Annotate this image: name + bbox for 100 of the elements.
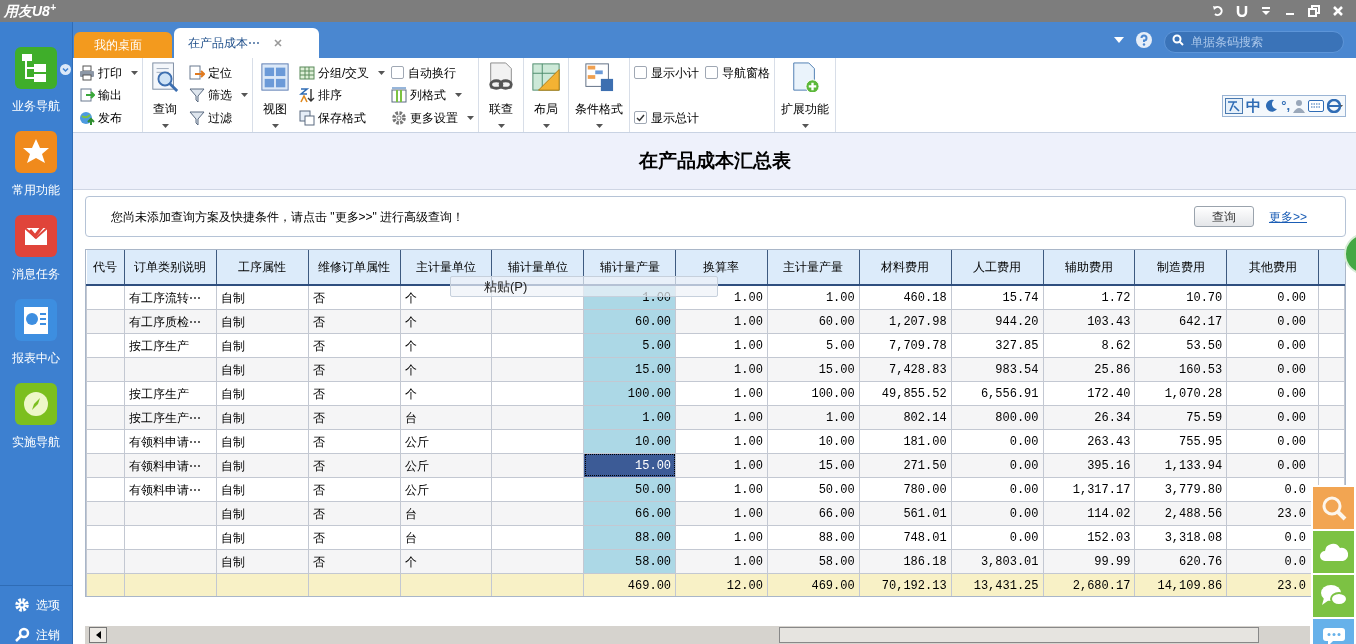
table-cell: 88.00 [767, 525, 860, 549]
toolbar-button[interactable]: 查询 [147, 62, 183, 128]
toolbar-button[interactable]: 发布 [79, 107, 138, 128]
table-cell: 有工序质检⋯ [124, 309, 217, 333]
table-cell: 2,488.56 [1134, 501, 1227, 525]
table-cell: 50.00 [583, 477, 676, 501]
sidebar-option[interactable]: 注销 [36, 626, 60, 644]
toolbar-button[interactable]: 过滤 [189, 107, 248, 128]
table-cell: 5.00 [583, 333, 676, 357]
checkbox-label[interactable]: 自动换行 [408, 63, 457, 82]
table-cell: 58.00 [767, 549, 860, 573]
column-header[interactable]: 订单类别说明 [124, 250, 217, 285]
table-cell: 25.86 [1043, 357, 1135, 381]
table-cell: 103.43 [1043, 309, 1135, 333]
column-header[interactable]: 辅助费用 [1043, 250, 1135, 285]
table-cell: 748.01 [859, 525, 952, 549]
table-cell: 15.00 [767, 357, 860, 381]
toolbar-button[interactable]: 打印 [79, 62, 138, 83]
checkbox-label[interactable]: 显示总计 [651, 108, 700, 127]
table-cell: 15.74 [951, 285, 1043, 309]
table-cell: 0.00 [1226, 309, 1319, 333]
toolbar-button[interactable]: 条件格式 [573, 62, 626, 128]
toolbar-button[interactable]: 更多设置 [391, 107, 475, 128]
table-cell: 49,855.52 [859, 381, 952, 405]
table-cell: 0.00 [1226, 381, 1319, 405]
table-cell: 1.00 [675, 429, 768, 453]
table-cell: 181.00 [859, 429, 952, 453]
table-cell: 0.00 [1226, 333, 1319, 357]
table-cell: 否 [308, 501, 401, 525]
table-cell: 60.00 [767, 309, 860, 333]
column-header[interactable]: 主计量产量 [767, 250, 860, 285]
search-field[interactable]: 单据条码搜索 [1164, 31, 1344, 53]
tab[interactable]: 在产品成本⋯ [174, 28, 319, 58]
table-cell: 7,428.83 [859, 357, 952, 381]
toolbar-button[interactable]: 分组/交叉 [299, 62, 386, 83]
toolbar-button[interactable]: 筛选 [189, 84, 248, 106]
table-cell: 个 [400, 357, 492, 381]
report-title: 在产品成本汇总表 [638, 148, 791, 173]
column-header[interactable]: 材料费用 [859, 250, 952, 285]
table-cell: 60.00 [583, 309, 676, 333]
table-cell: 自制 [216, 501, 309, 525]
table-cell: 395.16 [1043, 453, 1135, 477]
table-cell: 公斤 [400, 477, 492, 501]
toolbar-button[interactable]: 视图 [257, 62, 293, 128]
sidebar-item-label[interactable]: 业务导航 [12, 97, 60, 115]
toolbar-button[interactable]: 定位 [189, 62, 248, 83]
table-cell: 否 [308, 285, 401, 309]
table-cell: 自制 [216, 405, 309, 429]
table-cell: 按工序生产 [124, 333, 217, 357]
table-cell: 按工序生产 [124, 381, 217, 405]
table-cell: 0.00 [1226, 429, 1319, 453]
column-header[interactable]: 其他费用 [1226, 250, 1319, 285]
table-cell: 1.00 [675, 357, 768, 381]
table-cell: 6,556.91 [951, 381, 1043, 405]
sidebar-item-label[interactable]: 实施导航 [12, 433, 60, 451]
more-link[interactable]: 更多>> [1269, 207, 1307, 226]
table-cell: 自制 [216, 357, 309, 381]
table-cell: 按工序生产⋯ [124, 405, 217, 429]
sidebar-option[interactable]: 选项 [36, 596, 60, 614]
sidebar-item-label[interactable]: 消息任务 [12, 265, 60, 283]
checkbox-label[interactable]: 显示小计 [651, 63, 700, 82]
table-cell: 561.01 [859, 501, 952, 525]
toolbar-button[interactable]: 扩展功能 [779, 62, 832, 128]
table-cell: 642.17 [1134, 309, 1227, 333]
toolbar-button[interactable]: 保存格式 [299, 107, 386, 128]
table-cell: 152.03 [1043, 525, 1135, 549]
toolbar-button[interactable]: 输出 [79, 84, 138, 106]
table-cell: 个 [400, 381, 492, 405]
table-cell: 160.53 [1134, 357, 1227, 381]
table-cell: 公斤 [400, 453, 492, 477]
column-header[interactable]: 工序属性 [216, 250, 309, 285]
column-header[interactable]: 维修订单属性 [308, 250, 401, 285]
ime-mode-toggle[interactable]: 中 [1246, 94, 1262, 118]
column-header[interactable]: 制造费用 [1134, 250, 1227, 285]
sidebar-item-label[interactable]: 报表中心 [12, 349, 60, 367]
toolbar-button[interactable]: 联查 [483, 62, 520, 128]
table-cell: 802.14 [859, 405, 952, 429]
table-cell: 自制 [216, 429, 309, 453]
table-cell: 0.00 [951, 501, 1043, 525]
table-cell: 50.00 [767, 477, 860, 501]
toolbar-button[interactable]: 布局 [528, 62, 565, 128]
checkbox-label[interactable]: 导航窗格 [722, 63, 771, 82]
table-cell: 53.50 [1134, 333, 1227, 357]
sidebar-item-label[interactable]: 常用功能 [12, 181, 60, 199]
table-cell: 271.50 [859, 453, 952, 477]
query-button[interactable]: 查询 [1194, 206, 1254, 227]
table-cell: 台 [400, 501, 492, 525]
table-cell: 10.00 [583, 429, 676, 453]
table-cell: 15.00 [767, 453, 860, 477]
table-cell: 自制 [216, 525, 309, 549]
toolbar-button[interactable]: 列格式 [391, 84, 475, 106]
toolbar-button[interactable]: 排序 [299, 84, 386, 106]
column-header[interactable]: 人工费用 [951, 250, 1043, 285]
table-cell: 公斤 [400, 429, 492, 453]
ime-punctuation-toggle[interactable]: °, [1281, 96, 1290, 116]
table-cell: 114.02 [1043, 501, 1135, 525]
table-cell: 186.18 [859, 549, 952, 573]
table-cell: 台 [400, 525, 492, 549]
column-header[interactable]: 代号 [86, 250, 125, 285]
table-cell: 1.00 [675, 525, 768, 549]
